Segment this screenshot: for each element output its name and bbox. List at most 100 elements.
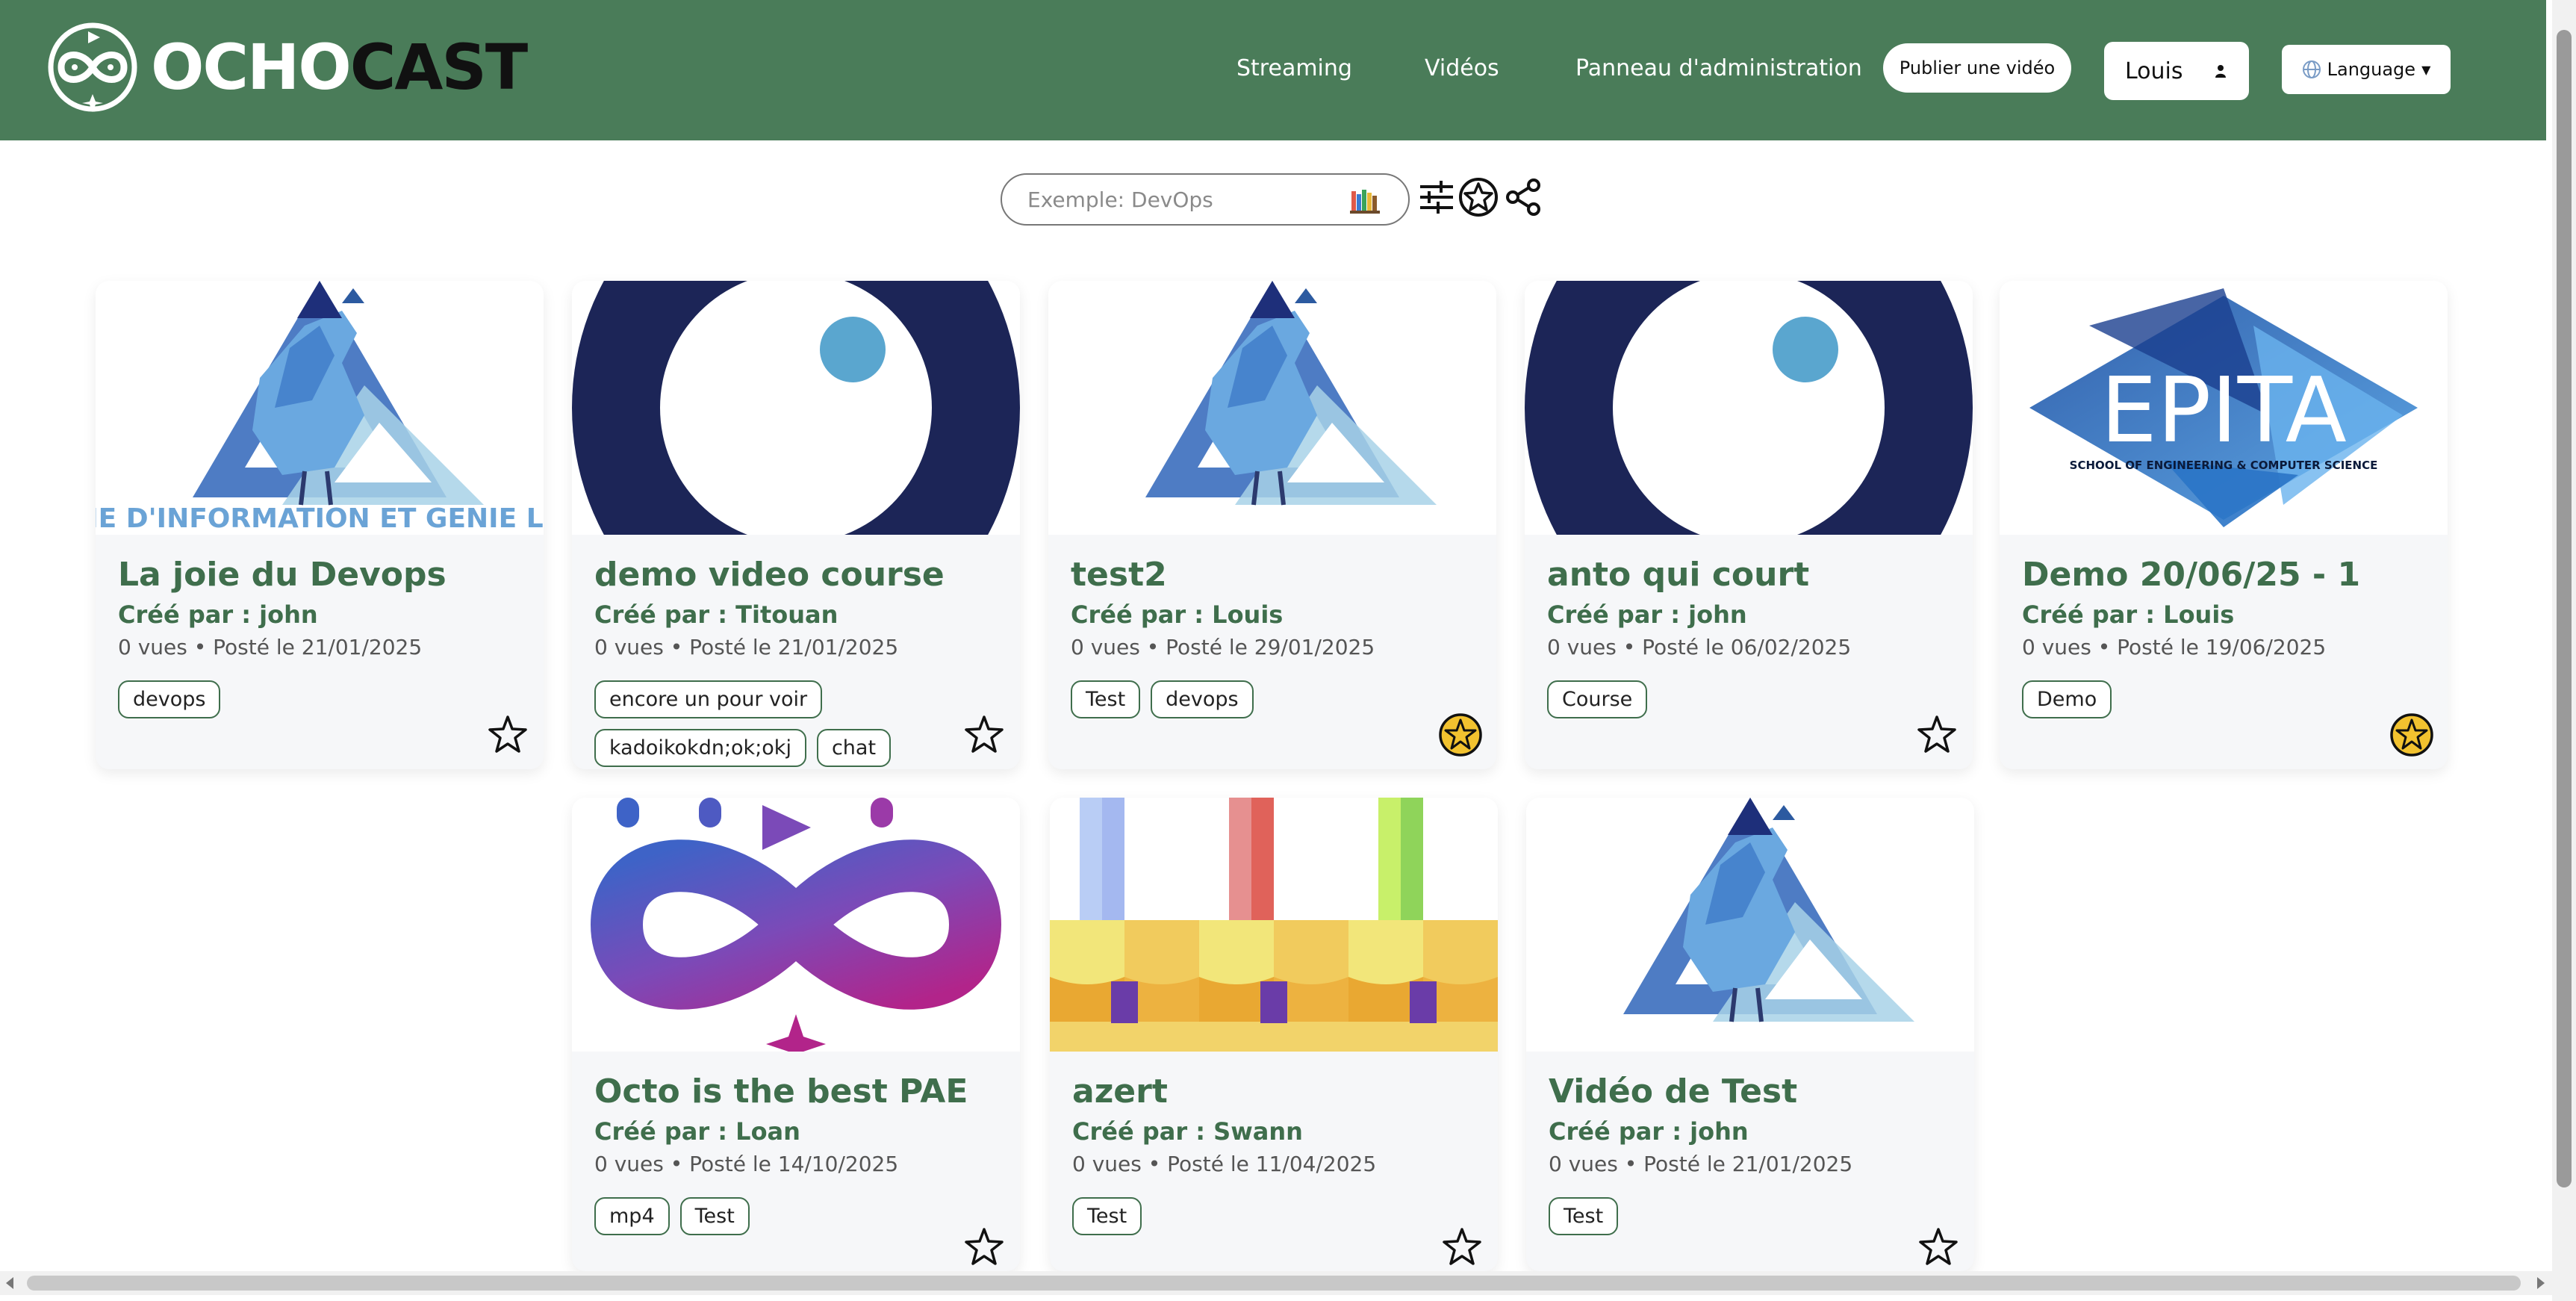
user-icon: [2215, 65, 2226, 78]
video-card-body: Demo 20/06/25 - 1 Créé par : Louis 0 vue…: [2000, 556, 2448, 719]
video-title[interactable]: Octo is the best PAE: [594, 1073, 998, 1110]
rooster-logo-image: [1145, 281, 1437, 506]
video-card-body: La joie du Devops Créé par : john 0 vues…: [96, 556, 544, 719]
nav-streaming[interactable]: Streaming: [1236, 55, 1352, 81]
video-author: Créé par : Loan: [594, 1117, 800, 1146]
search-bar[interactable]: [1001, 173, 1410, 226]
epita-logo-image: EPITA SCHOOL OF ENGINEERING & COMPUTER S…: [2000, 281, 2448, 535]
nav-videos[interactable]: Vidéos: [1425, 55, 1499, 81]
video-title[interactable]: test2: [1071, 556, 1474, 593]
rooster-logo-image: [1623, 798, 1914, 1022]
tag-list: Demo: [2022, 680, 2365, 719]
video-card-body: anto qui court Créé par : john 0 vues • …: [1525, 556, 1973, 719]
tag-chip[interactable]: encore un pour voir: [594, 680, 823, 719]
rooster-ring-text: SYSTEME D'INFORMATION ET GENIE LOGICIEL: [96, 503, 544, 534]
favorites-filter-icon[interactable]: [1457, 176, 1499, 218]
video-meta: 0 vues • Posté le 11/04/2025: [1072, 1152, 1377, 1177]
tag-chip[interactable]: kadoikokdn;ok;okj: [594, 729, 806, 768]
tag-chip[interactable]: Course: [1547, 680, 1648, 719]
video-card-body: Octo is the best PAE Créé par : Loan 0 v…: [572, 1073, 1020, 1236]
video-meta: 0 vues • Posté le 19/06/2025: [2022, 635, 2327, 660]
tag-list: Test: [1072, 1197, 1416, 1236]
epita-title-text: EPITA: [2100, 359, 2347, 463]
video-title[interactable]: Vidéo de Test: [1549, 1073, 1952, 1110]
video-meta: 0 vues • Posté le 21/01/2025: [594, 635, 899, 660]
search-input[interactable]: [1027, 187, 1341, 212]
infinity-logo-icon: [48, 22, 137, 112]
video-thumbnail[interactable]: [1525, 281, 1973, 535]
share-icon[interactable]: [1502, 176, 1544, 218]
favorite-star-icon[interactable]: [485, 712, 530, 757]
video-thumbnail[interactable]: [1048, 281, 1496, 535]
tag-chip[interactable]: chat: [816, 729, 892, 768]
video-thumbnail[interactable]: SYSTEME D'INFORMATION ET GENIE LOGICIEL: [96, 281, 544, 535]
user-name: Louis: [2125, 58, 2183, 84]
video-thumbnail[interactable]: [572, 798, 1020, 1052]
video-title[interactable]: La joie du Devops: [118, 556, 521, 593]
video-thumbnail[interactable]: [1050, 798, 1498, 1052]
video-card-body: azert Créé par : Swann 0 vues • Posté le…: [1050, 1073, 1498, 1236]
tag-list: Test devops: [1071, 680, 1414, 719]
video-thumbnail[interactable]: [1526, 798, 1974, 1052]
video-title[interactable]: demo video course: [594, 556, 998, 593]
video-card[interactable]: anto qui court Créé par : john 0 vues • …: [1525, 281, 1973, 769]
video-author: Créé par : john: [1549, 1117, 1749, 1146]
tag-chip[interactable]: Test: [1549, 1197, 1619, 1236]
globe-icon: [2302, 60, 2321, 78]
tag-chip[interactable]: mp4: [594, 1197, 670, 1236]
video-card-body: Vidéo de Test Créé par : john 0 vues • P…: [1526, 1073, 1974, 1236]
tag-chip[interactable]: Test: [1072, 1197, 1142, 1236]
top-navbar: OCHOCAST Streaming Vidéos Panneau d'admi…: [0, 0, 2546, 140]
horizontal-scrollbar[interactable]: [0, 1271, 2552, 1295]
video-card-body: demo video course Créé par : Titouan 0 v…: [572, 556, 1020, 768]
horizontal-scroll-thumb[interactable]: [27, 1276, 2521, 1291]
rooster-logo-image: SYSTEME D'INFORMATION ET GENIE LOGICIEL: [96, 281, 544, 534]
video-card-body: test2 Créé par : Louis 0 vues • Posté le…: [1048, 556, 1496, 719]
video-title[interactable]: anto qui court: [1547, 556, 1950, 593]
scroll-right-arrow-icon[interactable]: [2533, 1276, 2548, 1291]
books-icon[interactable]: [1350, 188, 1380, 214]
favorite-star-icon[interactable]: [1914, 712, 1959, 757]
video-card[interactable]: test2 Créé par : Louis 0 vues • Posté le…: [1048, 281, 1496, 769]
vertical-scroll-thumb[interactable]: [2557, 30, 2572, 1187]
tag-list: Test: [1549, 1197, 1892, 1236]
favorite-star-filled-icon[interactable]: [2389, 712, 2434, 757]
video-author: Créé par : john: [1547, 600, 1747, 630]
language-selector[interactable]: Language ▼: [2282, 45, 2451, 94]
tag-list: devops: [118, 680, 461, 719]
user-menu-button[interactable]: Louis: [2104, 42, 2249, 100]
video-card[interactable]: Octo is the best PAE Créé par : Loan 0 v…: [572, 798, 1020, 1271]
video-title[interactable]: azert: [1072, 1073, 1475, 1110]
nav-admin-panel[interactable]: Panneau d'administration: [1575, 55, 1862, 81]
video-meta: 0 vues • Posté le 21/01/2025: [118, 635, 423, 660]
logo-wordmark: OCHOCAST: [151, 31, 528, 104]
tag-chip[interactable]: Test: [679, 1197, 750, 1236]
favorite-star-icon[interactable]: [1916, 1225, 1961, 1270]
video-card[interactable]: azert Créé par : Swann 0 vues • Posté le…: [1050, 798, 1498, 1271]
favorite-star-filled-icon[interactable]: [1438, 712, 1483, 757]
tag-chip[interactable]: devops: [1151, 680, 1254, 719]
favorite-star-icon[interactable]: [962, 1225, 1007, 1270]
tag-chip[interactable]: Test: [1071, 680, 1141, 719]
video-card[interactable]: EPITA SCHOOL OF ENGINEERING & COMPUTER S…: [2000, 281, 2448, 769]
favorite-star-icon[interactable]: [962, 712, 1007, 757]
video-title[interactable]: Demo 20/06/25 - 1: [2022, 556, 2425, 593]
video-thumbnail[interactable]: [572, 281, 1020, 535]
video-card[interactable]: SYSTEME D'INFORMATION ET GENIE LOGICIEL …: [96, 281, 544, 769]
infinity-logo-image: [572, 798, 1020, 1052]
scroll-left-arrow-icon[interactable]: [3, 1276, 18, 1291]
favorite-star-icon[interactable]: [1440, 1225, 1484, 1270]
video-card[interactable]: demo video course Créé par : Titouan 0 v…: [572, 281, 1020, 769]
publish-video-label: Publier une vidéo: [1899, 58, 2056, 78]
tag-chip[interactable]: devops: [118, 680, 221, 719]
vertical-scrollbar[interactable]: [2552, 0, 2576, 1301]
eye-circle-image: [572, 281, 1020, 535]
tag-chip[interactable]: Demo: [2022, 680, 2112, 719]
video-card[interactable]: Vidéo de Test Créé par : john 0 vues • P…: [1526, 798, 1974, 1271]
video-thumbnail[interactable]: EPITA SCHOOL OF ENGINEERING & COMPUTER S…: [2000, 281, 2448, 535]
video-author: Créé par : Louis: [2022, 600, 2235, 630]
publish-video-button[interactable]: Publier une vidéo: [1883, 43, 2071, 93]
filter-sliders-icon[interactable]: [1416, 176, 1457, 218]
ochocast-logo[interactable]: OCHOCAST: [45, 21, 528, 114]
video-meta: 0 vues • Posté le 29/01/2025: [1071, 635, 1375, 660]
